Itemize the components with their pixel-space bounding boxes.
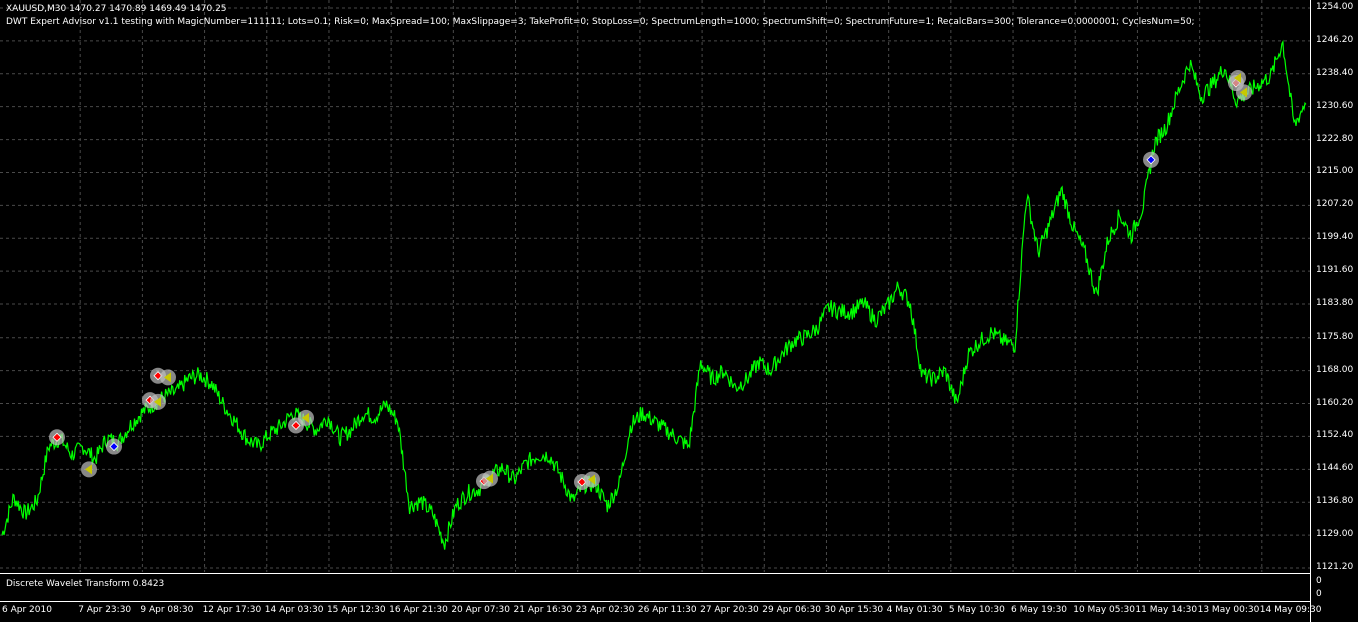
chart-grid [0, 0, 1310, 572]
price-tick-label: 1183.80 [1316, 298, 1354, 309]
time-tick-label: 14 May 09:30 [1259, 605, 1322, 615]
indicator-scale-bottom: 0 [1316, 589, 1322, 599]
price-axis-border [1310, 0, 1311, 622]
price-tick-label: 1215.00 [1316, 166, 1354, 177]
time-tick-label: 7 Apr 23:30 [78, 605, 132, 615]
indicator-scale-top: 0 [1316, 576, 1322, 586]
price-tick-label: 1160.20 [1316, 397, 1354, 408]
price-tick-label: 1121.20 [1316, 562, 1354, 572]
time-tick-label: 4 May 01:30 [886, 605, 943, 615]
price-tick-label: 1168.00 [1316, 364, 1354, 375]
time-tick-label: 12 Apr 17:30 [202, 605, 262, 615]
expert-advisor-params: DWT Expert Advisor v1.1 testing with Mag… [6, 17, 1195, 27]
price-tick-label: 1207.20 [1316, 199, 1354, 210]
trade-markers [49, 70, 1252, 490]
time-tick-label: 5 May 10:30 [948, 605, 1005, 615]
time-tick-label: 6 Apr 2010 [2, 605, 52, 615]
price-tick-label: 1144.60 [1316, 463, 1354, 474]
time-tick-label: 15 Apr 12:30 [326, 605, 386, 615]
time-tick-label: 6 May 19:30 [1011, 605, 1068, 615]
time-tick-label: 20 Apr 07:30 [451, 605, 511, 615]
time-tick-label: 9 Apr 08:30 [140, 605, 194, 615]
price-tick-label: 1254.00 [1316, 2, 1354, 12]
price-tick-label: 1175.80 [1316, 331, 1354, 342]
symbol-ohlc-header: XAUUSD,M30 1470.27 1470.89 1469.49 1470.… [6, 4, 227, 14]
price-tick-label: 1136.80 [1316, 496, 1354, 507]
indicator-subwindow[interactable]: Discrete Wavelet Transform 0.8423 [0, 573, 1310, 602]
time-tick-label: 30 Apr 15:30 [824, 605, 884, 615]
price-tick-label: 1129.00 [1316, 529, 1354, 540]
price-chart[interactable] [0, 0, 1358, 622]
time-tick-label: 16 Apr 21:30 [389, 605, 448, 615]
indicator-label: Discrete Wavelet Transform 0.8423 [6, 579, 165, 589]
time-tick-label: 11 May 14:30 [1135, 605, 1198, 615]
time-tick-label: 29 Apr 06:30 [762, 605, 821, 615]
chart-window[interactable]: XAUUSD,M30 1470.27 1470.89 1469.49 1470.… [0, 0, 1358, 622]
price-tick-label: 1230.60 [1316, 100, 1354, 111]
time-tick-label: 10 May 05:30 [1073, 605, 1135, 615]
price-tick-label: 1222.80 [1316, 133, 1354, 144]
time-tick-label: 27 Apr 20:30 [700, 605, 759, 615]
price-tick-label: 1246.20 [1316, 34, 1354, 45]
price-line [1, 39, 1307, 550]
time-tick-label: 13 May 00:30 [1197, 605, 1260, 615]
time-tick-label: 26 Apr 11:30 [637, 605, 697, 615]
price-tick-label: 1152.40 [1316, 430, 1354, 441]
price-tick-label: 1238.40 [1316, 67, 1354, 78]
time-tick-label: 23 Apr 02:30 [575, 605, 635, 615]
price-tick-label: 1199.40 [1316, 232, 1354, 243]
price-tick-label: 1191.60 [1316, 265, 1354, 276]
time-tick-label: 14 Apr 03:30 [264, 605, 324, 615]
time-tick-label: 21 Apr 16:30 [513, 605, 573, 615]
